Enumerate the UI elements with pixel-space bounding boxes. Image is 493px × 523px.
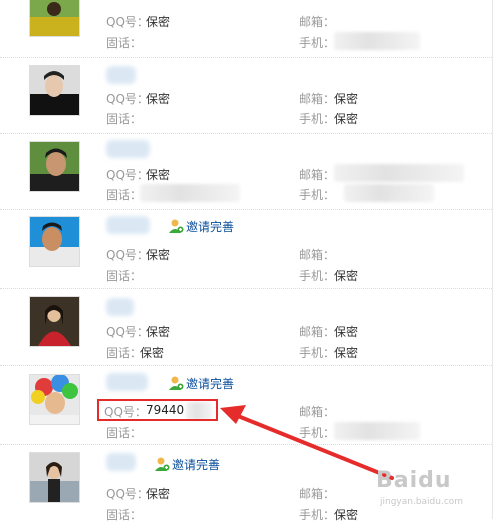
baidu-watermark: Baidu jingyan.baidu.com — [376, 468, 476, 518]
mobile-value: 保密 — [334, 508, 359, 522]
avatar[interactable] — [29, 0, 80, 37]
mobile-label: 手机： — [299, 36, 336, 50]
list-item: QQ号： 保密 邮箱： 保密 固话： 保密 手机： 保密 — [0, 288, 492, 366]
avatar[interactable] — [29, 216, 80, 267]
mobile-label: 手机： — [299, 426, 336, 440]
list-item: QQ号： 保密 邮箱： 固话： 手机： — [0, 133, 492, 210]
email-label: 邮箱： — [299, 168, 336, 182]
qq-label: QQ号： — [106, 15, 149, 29]
invite-label: 邀请完善 — [186, 219, 235, 234]
avatar[interactable] — [29, 65, 80, 116]
landline-label: 固话： — [106, 36, 143, 50]
mobile-label: 手机： — [299, 188, 336, 202]
qq-value: 保密 — [146, 487, 171, 501]
invite-label: 邀请完善 — [172, 457, 221, 472]
list-item: 邀请完善 QQ号： 79440 邮箱： 固话： 手机： — [0, 365, 492, 445]
qq-value: 保密 — [146, 92, 171, 106]
landline-label: 固话： — [106, 188, 143, 202]
mobile-label: 手机： — [299, 508, 336, 522]
email-value: 保密 — [334, 325, 359, 339]
avatar[interactable] — [29, 452, 80, 503]
redacted-landline — [140, 184, 240, 202]
landline-value: 保密 — [140, 346, 165, 360]
qq-value: 保密 — [146, 168, 171, 182]
redacted-name — [106, 66, 136, 84]
mobile-value: 保密 — [334, 346, 359, 360]
landline-label: 固话： — [106, 426, 143, 440]
invite-complete-link[interactable]: 邀请完善 — [154, 455, 220, 473]
mobile-value: 保密 — [334, 112, 359, 126]
redacted-name — [106, 140, 150, 158]
email-label: 邮箱： — [299, 15, 336, 29]
landline-label: 固话： — [106, 112, 143, 126]
qq-value: 保密 — [146, 15, 171, 29]
mobile-label: 手机： — [299, 112, 336, 126]
invite-label: 邀请完善 — [186, 376, 235, 391]
email-value: 保密 — [334, 92, 359, 106]
user-add-icon — [154, 456, 170, 472]
qq-label: QQ号： — [106, 248, 149, 262]
redacted-mobile — [344, 184, 434, 202]
list-item: QQ号： 保密 邮箱： 保密 固话： 手机： 保密 — [0, 57, 492, 134]
qq-label: QQ号： — [106, 325, 149, 339]
user-add-icon — [168, 218, 184, 234]
avatar[interactable] — [29, 141, 80, 192]
redacted-name — [106, 298, 134, 316]
email-label: 邮箱： — [299, 487, 336, 501]
qq-label: QQ号： — [106, 168, 149, 182]
qq-label: QQ号： — [106, 92, 149, 106]
user-add-icon — [168, 375, 184, 391]
redacted-name — [106, 453, 136, 471]
avatar[interactable] — [29, 374, 80, 425]
landline-label: 固话： — [106, 269, 143, 283]
qq-value: 保密 — [146, 325, 171, 339]
list-item: 邀请完善 QQ号： 保密 邮箱： 固话： 手机： 保密 — [0, 209, 492, 289]
contact-list: QQ号： 保密 邮箱： 固话： 手机： QQ号： 保密 邮箱： 保密 固话： 手… — [0, 0, 493, 522]
redacted-email — [334, 164, 464, 182]
invite-complete-link[interactable]: 邀请完善 — [168, 374, 234, 392]
list-item: QQ号： 保密 邮箱： 固话： 手机： — [0, 0, 492, 58]
redacted-mobile — [334, 422, 420, 440]
landline-label: 固话： — [106, 508, 143, 522]
qq-label: QQ号： — [106, 487, 149, 501]
redacted-name — [106, 216, 150, 234]
mobile-label: 手机： — [299, 269, 336, 283]
invite-complete-link[interactable]: 邀请完善 — [168, 217, 234, 235]
email-label: 邮箱： — [299, 405, 336, 419]
avatar[interactable] — [29, 296, 80, 347]
highlight-box — [97, 399, 218, 421]
email-label: 邮箱： — [299, 325, 336, 339]
redacted-mobile — [334, 32, 420, 50]
mobile-value: 保密 — [334, 269, 359, 283]
watermark-brand: Baidu — [376, 468, 452, 493]
mobile-label: 手机： — [299, 346, 336, 360]
redacted-name — [106, 373, 148, 391]
email-label: 邮箱： — [299, 248, 336, 262]
email-label: 邮箱： — [299, 92, 336, 106]
landline-label: 固话： — [106, 346, 143, 360]
watermark-site: jingyan.baidu.com — [380, 497, 464, 507]
qq-value: 保密 — [146, 248, 171, 262]
